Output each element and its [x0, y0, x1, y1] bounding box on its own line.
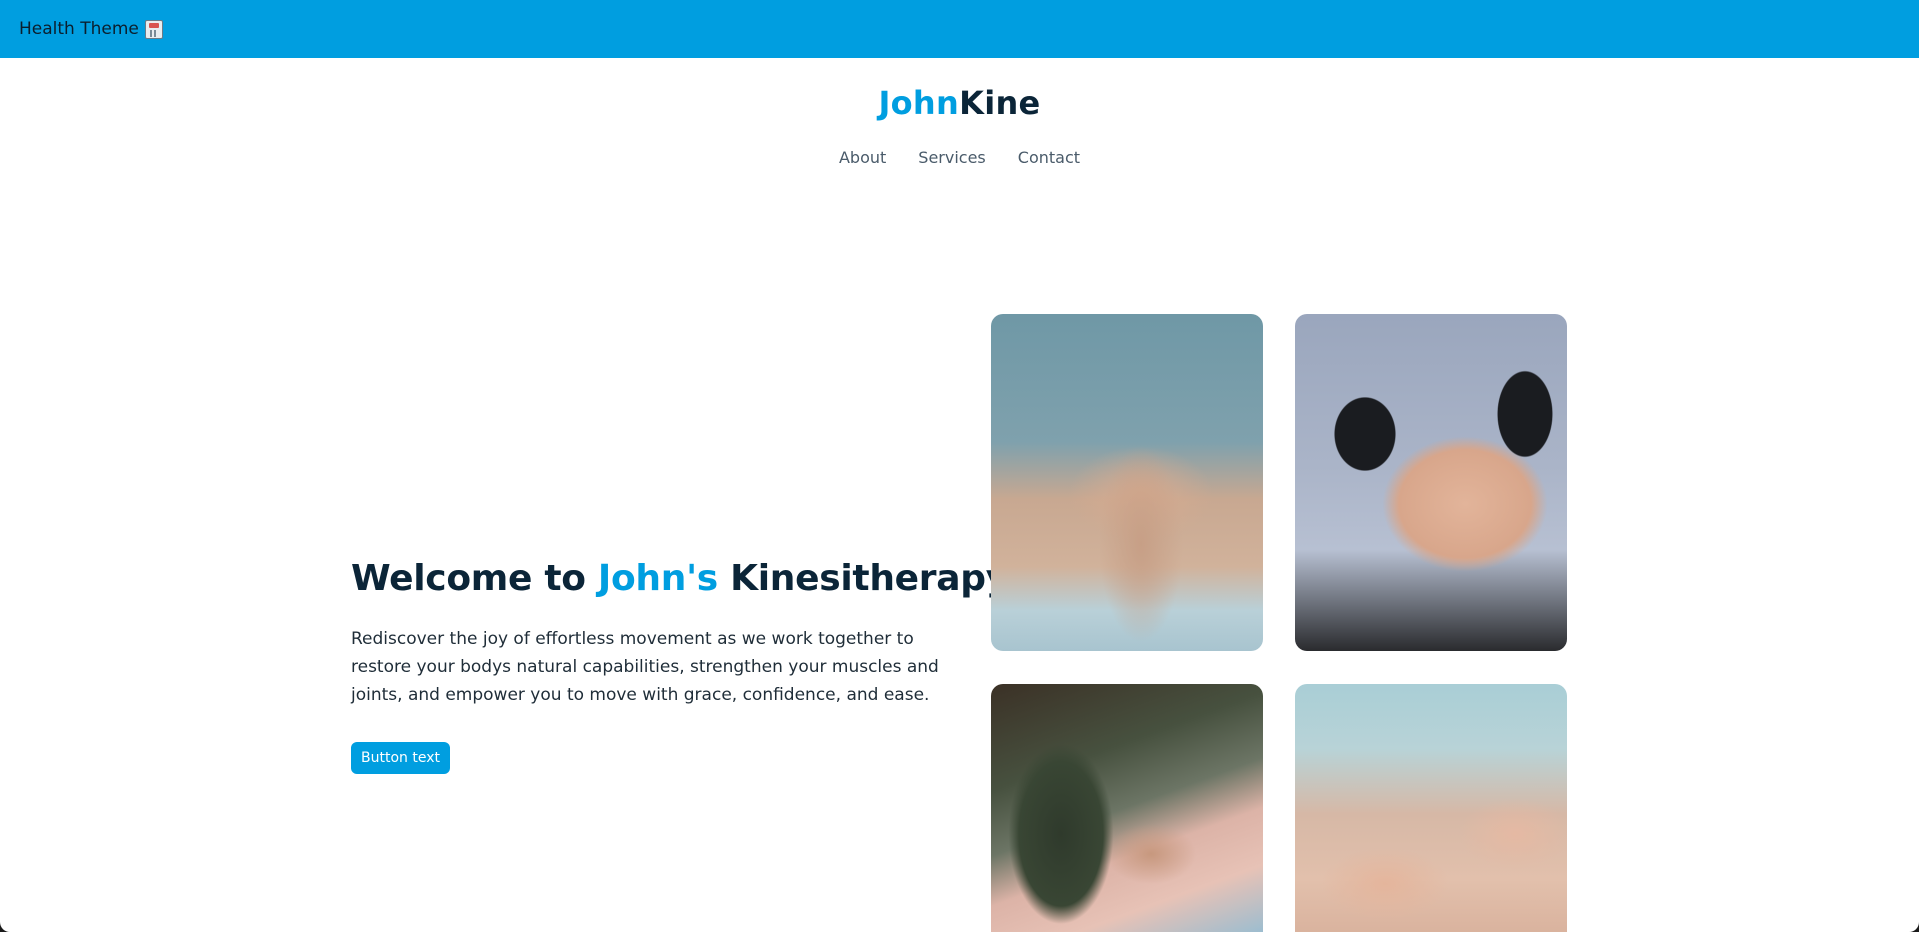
main-nav: About Services Contact — [0, 148, 1919, 167]
page: JohnKine About Services Contact Welcome … — [0, 58, 1919, 932]
hero-title-before: Welcome to — [351, 558, 598, 599]
hero-title-accent: John's — [597, 558, 718, 599]
nav-contact[interactable]: Contact — [1018, 148, 1080, 167]
hospital-icon — [144, 19, 163, 39]
foot-therapy-image — [1295, 314, 1567, 651]
hero-title: Welcome to John's Kinesitherapy — [351, 558, 1009, 599]
nav-about[interactable]: About — [839, 148, 886, 167]
massage-back-image — [991, 314, 1263, 651]
theme-label: Health Theme — [19, 19, 163, 39]
site-logo[interactable]: JohnKine — [0, 84, 1919, 122]
back-treatment-image — [1295, 684, 1567, 932]
logo-accent: John — [878, 84, 960, 122]
hero-title-after: Kinesitherapy — [717, 558, 1009, 599]
theme-title: Health Theme — [19, 19, 139, 39]
nav-services[interactable]: Services — [918, 148, 985, 167]
stretch-therapy-image — [991, 684, 1263, 932]
top-bar: Health Theme — [0, 0, 1919, 58]
hero-cta-button[interactable]: Button text — [351, 742, 450, 774]
hero-description: Rediscover the joy of effortless movemen… — [351, 629, 939, 705]
logo-rest: Kine — [959, 84, 1041, 122]
